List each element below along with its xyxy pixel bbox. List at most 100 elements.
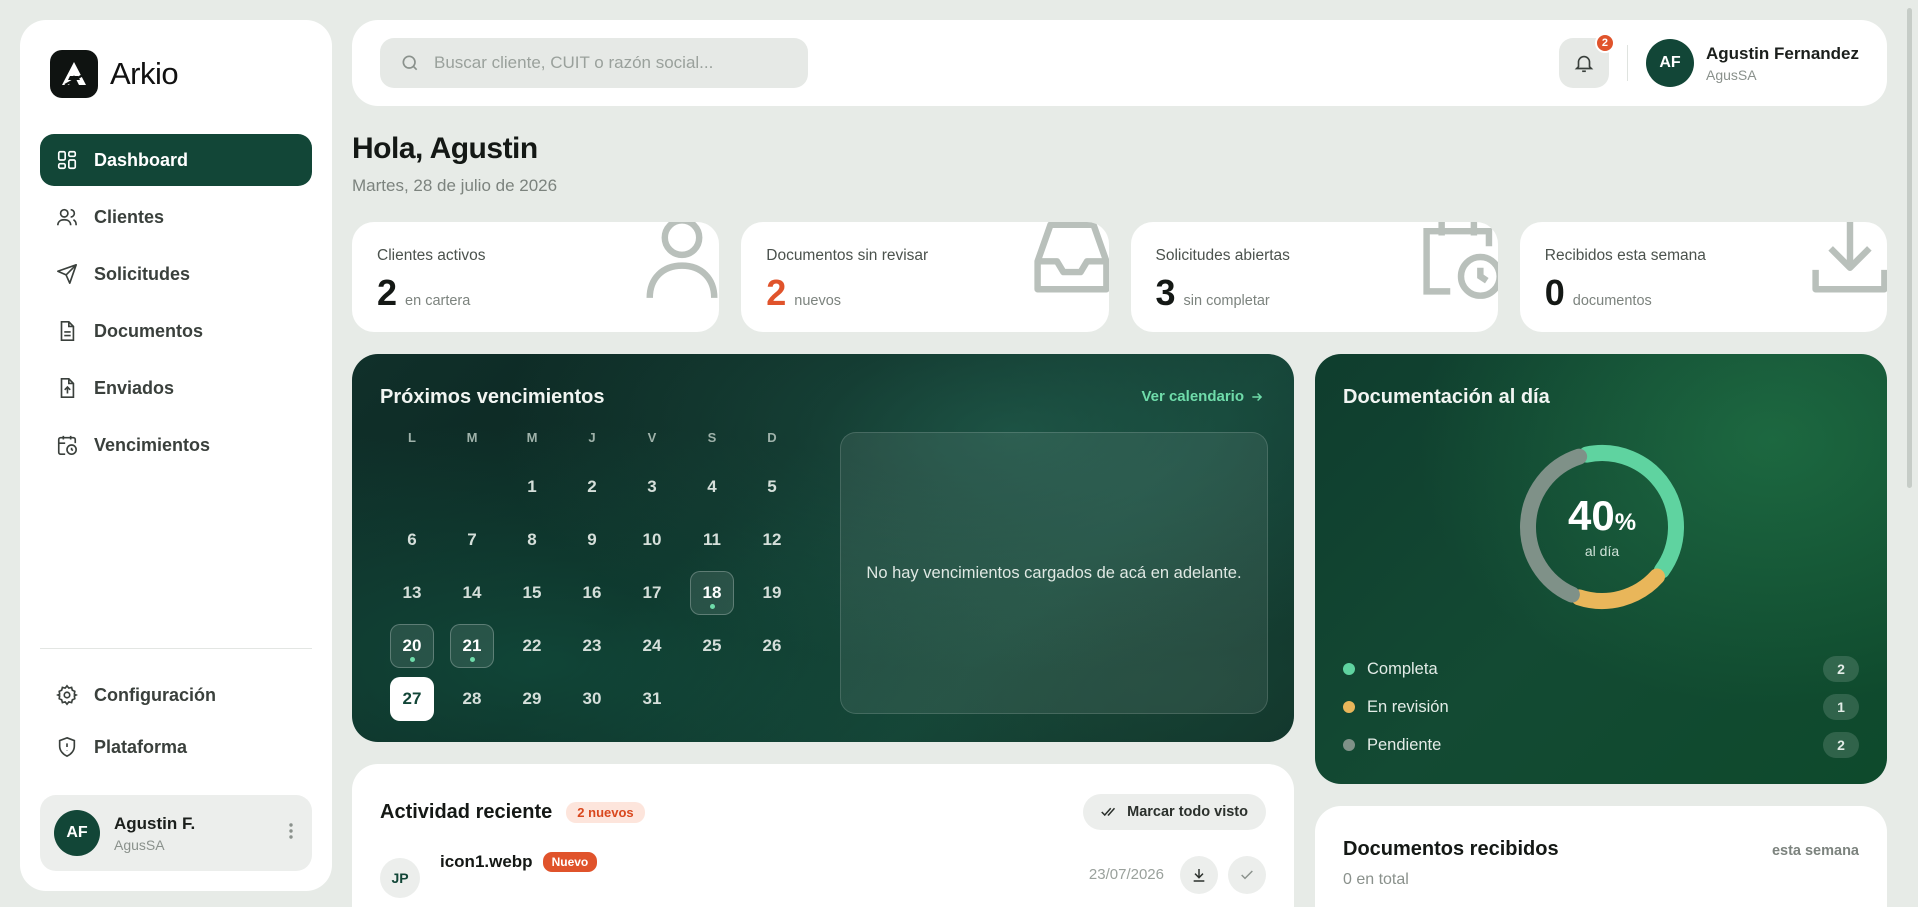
calendar-day-11[interactable]: 11 (690, 518, 734, 562)
calendar-day-26[interactable]: 26 (750, 624, 794, 668)
nav-item-dashboard[interactable]: Dashboard (40, 134, 312, 186)
download-button[interactable] (1180, 856, 1218, 894)
calendar-empty-cell (750, 677, 794, 721)
card-title: Próximos vencimientos (380, 386, 605, 408)
nav-item-vencimientos[interactable]: Vencimientos (40, 419, 312, 471)
calendar-day-17[interactable]: 17 (630, 571, 674, 615)
calendar-day-7[interactable]: 7 (450, 518, 494, 562)
calendar-week: 27 28 29 30 31 (382, 672, 802, 725)
compliance-card: Documentación al día 40% al día Completa… (1315, 354, 1887, 784)
stat-unit: sin completar (1183, 293, 1270, 309)
calendar-day-29[interactable]: 29 (510, 677, 554, 721)
notification-badge: 2 (1594, 33, 1615, 53)
divider (1626, 45, 1628, 81)
calendar-empty-cell (450, 465, 494, 509)
calendar-day-14[interactable]: 14 (450, 571, 494, 615)
calendar-day-21[interactable]: 21 (450, 623, 494, 668)
scrollbar[interactable] (1907, 8, 1912, 488)
compliance-legend: Completa 2 En revisión 1 Pendiente 2 (1343, 650, 1859, 764)
user-icon (646, 222, 718, 299)
legend-item-completa: Completa 2 (1343, 650, 1859, 688)
nav-item-solicitudes[interactable]: Solicitudes (40, 248, 312, 300)
stat-value: 2 (766, 272, 787, 313)
calendar-day-3[interactable]: 3 (630, 465, 674, 509)
calendar-day-5[interactable]: 5 (750, 465, 794, 509)
download-icon (1812, 222, 1887, 293)
stat-card-solicitudes[interactable]: Solicitudes abiertas 3 sin completar (1130, 222, 1498, 332)
legend-count: 2 (1823, 732, 1859, 758)
calendar-day-6[interactable]: 6 (390, 518, 434, 562)
nav-item-documentos[interactable]: Documentos (40, 305, 312, 357)
user-company: AgusSA (1705, 66, 1757, 83)
calendar-day-1[interactable]: 1 (510, 465, 554, 509)
stat-unit: nuevos (794, 293, 842, 309)
view-calendar-link[interactable]: Ver calendario (1141, 388, 1264, 405)
calendar-day-13[interactable]: 13 (390, 571, 434, 615)
calendar-empty-cell (390, 465, 434, 509)
nav-item-clientes[interactable]: Clientes (40, 191, 312, 243)
mark-seen-button[interactable] (1228, 856, 1266, 894)
calendar-day-16[interactable]: 16 (570, 571, 614, 615)
legend-item-revision: En revisión 1 (1343, 688, 1859, 726)
calendar-grid: LMMJVSD 1 2 3 4 5 6 7 8 9 10 11 12 13 14 15 16 17 18 19 20 2… (382, 430, 802, 725)
notifications-button[interactable]: 2 (1558, 33, 1615, 88)
nav-item-plataforma[interactable]: Plataforma (40, 721, 312, 773)
mark-all-seen-button[interactable]: Marcar todo visto (1083, 794, 1266, 830)
calendar-day-27[interactable]: 27 (390, 676, 434, 721)
activity-row[interactable]: JP icon1.webp Nuevo 23/07/2026 (380, 852, 1266, 898)
send-icon (57, 264, 77, 284)
stat-card-clientes[interactable]: Clientes activos 2 en cartera (352, 222, 720, 332)
calendar-day-31[interactable]: 31 (630, 677, 674, 721)
stat-card-documentos[interactable]: Documentos sin revisar 2 nuevos (741, 222, 1109, 332)
calendar-day-23[interactable]: 23 (570, 624, 614, 668)
nav-label: Solicitudes (94, 263, 191, 284)
calendar-day-28[interactable]: 28 (450, 677, 494, 721)
calendar-day-4[interactable]: 4 (690, 465, 734, 509)
calendar-week: 13 14 15 16 17 18 19 (382, 566, 802, 619)
calendar-day-9[interactable]: 9 (570, 518, 614, 562)
user-company: AgusSA (114, 836, 165, 853)
nav-item-enviados[interactable]: Enviados (40, 362, 312, 414)
calendar-clock-icon (1423, 222, 1498, 299)
search-input[interactable] (434, 53, 774, 73)
legend-count: 2 (1823, 656, 1859, 682)
avatar[interactable]: AF (1645, 39, 1694, 87)
nav-label: Plataforma (94, 736, 188, 757)
calendar-day-12[interactable]: 12 (750, 518, 794, 562)
calendar-day-15[interactable]: 15 (510, 571, 554, 615)
sidebar-user-card[interactable]: AF Agustin F. AgusSA (40, 795, 312, 871)
stat-card-recibidos[interactable]: Recibidos esta semana 0 documentos (1519, 222, 1887, 332)
check-icon (1241, 870, 1253, 880)
calendar-day-8[interactable]: 8 (510, 518, 554, 562)
user-info: Agustin F. AgusSA (114, 814, 195, 853)
total-count: 0 en total (1343, 871, 1409, 888)
nav-label: Configuración (94, 684, 216, 705)
calendar-day-10[interactable]: 10 (630, 518, 674, 562)
calendar-day-25[interactable]: 25 (690, 624, 734, 668)
stat-value: 3 (1155, 272, 1176, 313)
calendar-empty-cell (690, 677, 734, 721)
weekday-label: J (588, 430, 596, 445)
nav-item-configuracion[interactable]: Configuración (40, 669, 312, 721)
dashboard-icon (57, 150, 77, 170)
calendar-day-22[interactable]: 22 (510, 624, 554, 668)
calendar-day-20[interactable]: 20 (390, 623, 434, 668)
stat-value: 2 (377, 272, 398, 313)
calendar-day-30[interactable]: 30 (570, 677, 614, 721)
weekday-label: S (707, 430, 717, 445)
more-vertical-icon[interactable] (284, 818, 298, 848)
calendar-day-24[interactable]: 24 (630, 624, 674, 668)
empty-message: No hay vencimientos cargados de acá en a… (866, 563, 1242, 582)
sidebar: Arkio Dashboard Clientes Solicitudes Doc… (20, 20, 332, 891)
arkio-logo-icon (50, 50, 98, 98)
download-icon (1193, 869, 1205, 882)
calendar-day-19[interactable]: 19 (750, 571, 794, 615)
calendar-day-18[interactable]: 18 (690, 570, 734, 615)
search-icon (402, 55, 418, 71)
top-user-info[interactable]: Agustin Fernandez AgusSA (1706, 44, 1859, 83)
percent-value: 40 (1567, 492, 1615, 539)
stat-unit: en cartera (405, 293, 471, 309)
calendar-day-2[interactable]: 2 (570, 465, 614, 509)
brand[interactable]: Arkio (40, 50, 312, 98)
search-box[interactable] (380, 38, 808, 88)
